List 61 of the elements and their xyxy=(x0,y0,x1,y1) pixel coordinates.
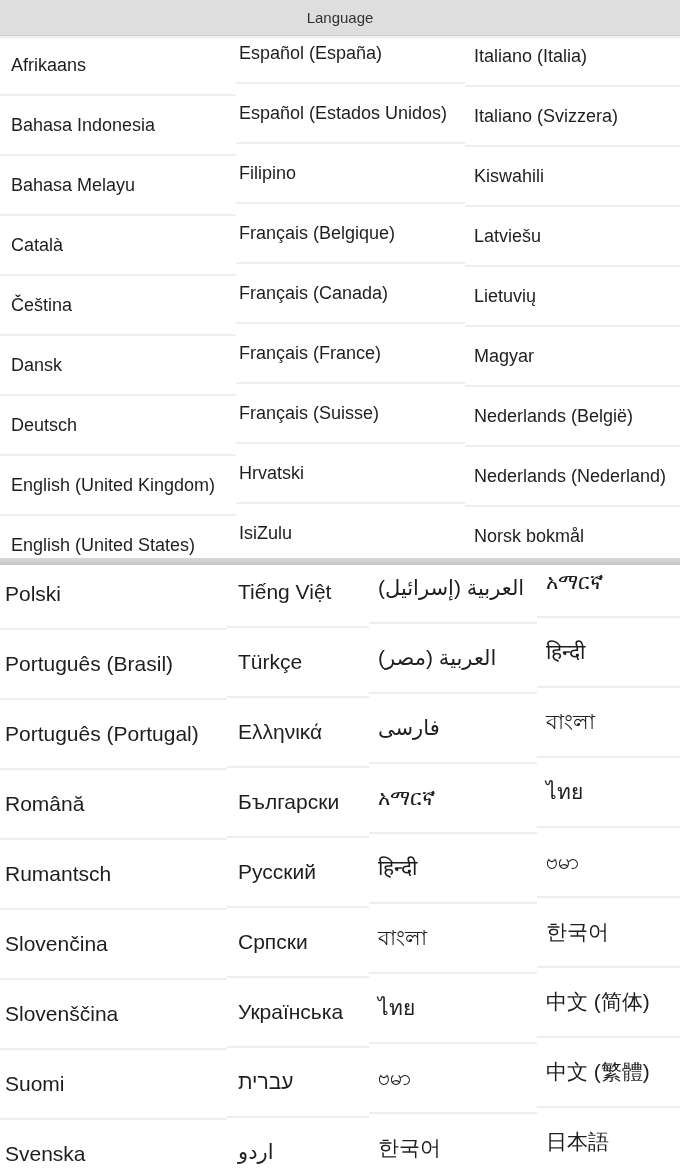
language-item[interactable]: 한국어 xyxy=(369,1114,537,1174)
language-item[interactable]: العربية (إسرائيل) xyxy=(369,565,537,624)
language-item[interactable]: 中文 (简体) xyxy=(537,968,680,1038)
language-item[interactable]: Türkçe xyxy=(227,628,369,698)
language-item[interactable]: Latviešu xyxy=(465,207,680,267)
language-item[interactable]: English (United Kingdom) xyxy=(0,456,236,516)
language-item[interactable]: Nederlands (België) xyxy=(465,387,680,447)
language-item[interactable]: Polski xyxy=(0,565,227,630)
language-item[interactable]: Español (España) xyxy=(236,36,465,84)
language-item[interactable]: Dansk xyxy=(0,336,236,396)
language-item[interactable]: Español (Estados Unidos) xyxy=(236,84,465,144)
language-item[interactable]: Lietuvių xyxy=(465,267,680,327)
language-item[interactable]: Български xyxy=(227,768,369,838)
language-item[interactable]: Bahasa Indonesia xyxy=(0,96,236,156)
language-item[interactable]: Português (Portugal) xyxy=(0,700,227,770)
language-item[interactable]: Français (Suisse) xyxy=(236,384,465,444)
language-item[interactable]: فارسی xyxy=(369,694,537,764)
language-item[interactable]: ไทย xyxy=(369,974,537,1044)
language-item[interactable]: اردو xyxy=(227,1118,369,1174)
language-item[interactable]: Rumantsch xyxy=(0,840,227,910)
language-item[interactable]: বাংলা xyxy=(369,904,537,974)
language-item[interactable]: Italiano (Svizzera) xyxy=(465,87,680,147)
language-item[interactable]: ဗမာ xyxy=(369,1044,537,1114)
language-item[interactable]: हिन्दी xyxy=(369,834,537,904)
language-item[interactable]: Hrvatski xyxy=(236,444,465,504)
language-item[interactable]: עברית xyxy=(227,1048,369,1118)
language-item[interactable]: Ελληνικά xyxy=(227,698,369,768)
language-item[interactable]: Deutsch xyxy=(0,396,236,456)
language-item[interactable]: Afrikaans xyxy=(0,36,236,96)
language-item[interactable]: Slovenščina xyxy=(0,980,227,1050)
language-item[interactable]: 中文 (繁體) xyxy=(537,1038,680,1108)
language-item[interactable]: Română xyxy=(0,770,227,840)
dialog-title: Language xyxy=(306,9,374,26)
language-item[interactable]: Svenska xyxy=(0,1120,227,1174)
language-item[interactable]: Português (Brasil) xyxy=(0,630,227,700)
language-item[interactable]: हिन्दी xyxy=(537,618,680,688)
language-item[interactable]: Slovenčina xyxy=(0,910,227,980)
language-item[interactable]: Nederlands (Nederland) xyxy=(465,447,680,507)
language-item[interactable]: 日本語 xyxy=(537,1108,680,1174)
language-item[interactable]: ไทย xyxy=(537,758,680,828)
language-item[interactable]: Српски xyxy=(227,908,369,978)
language-item[interactable]: 한국어 xyxy=(537,898,680,968)
language-item[interactable]: ဗမာ xyxy=(537,828,680,898)
language-item[interactable]: Italiano (Italia) xyxy=(465,36,680,87)
language-item[interactable]: Català xyxy=(0,216,236,276)
language-item[interactable]: አማርኛ xyxy=(369,764,537,834)
language-item[interactable]: አማርኛ xyxy=(537,565,680,618)
language-item[interactable]: Русский xyxy=(227,838,369,908)
language-item[interactable]: Magyar xyxy=(465,327,680,387)
language-item[interactable]: Français (France) xyxy=(236,324,465,384)
language-item[interactable]: Bahasa Melayu xyxy=(0,156,236,216)
language-item[interactable]: Čeština xyxy=(0,276,236,336)
language-item[interactable]: Français (Canada) xyxy=(236,264,465,324)
language-item[interactable]: Tiếng Việt xyxy=(227,565,369,628)
language-item[interactable]: العربية (مصر) xyxy=(369,624,537,694)
language-item[interactable]: বাংলা xyxy=(537,688,680,758)
language-item[interactable]: Suomi xyxy=(0,1050,227,1120)
language-item[interactable]: Filipino xyxy=(236,144,465,204)
language-item[interactable]: Kiswahili xyxy=(465,147,680,207)
language-item[interactable]: Français (Belgique) xyxy=(236,204,465,264)
language-item[interactable]: Українська xyxy=(227,978,369,1048)
